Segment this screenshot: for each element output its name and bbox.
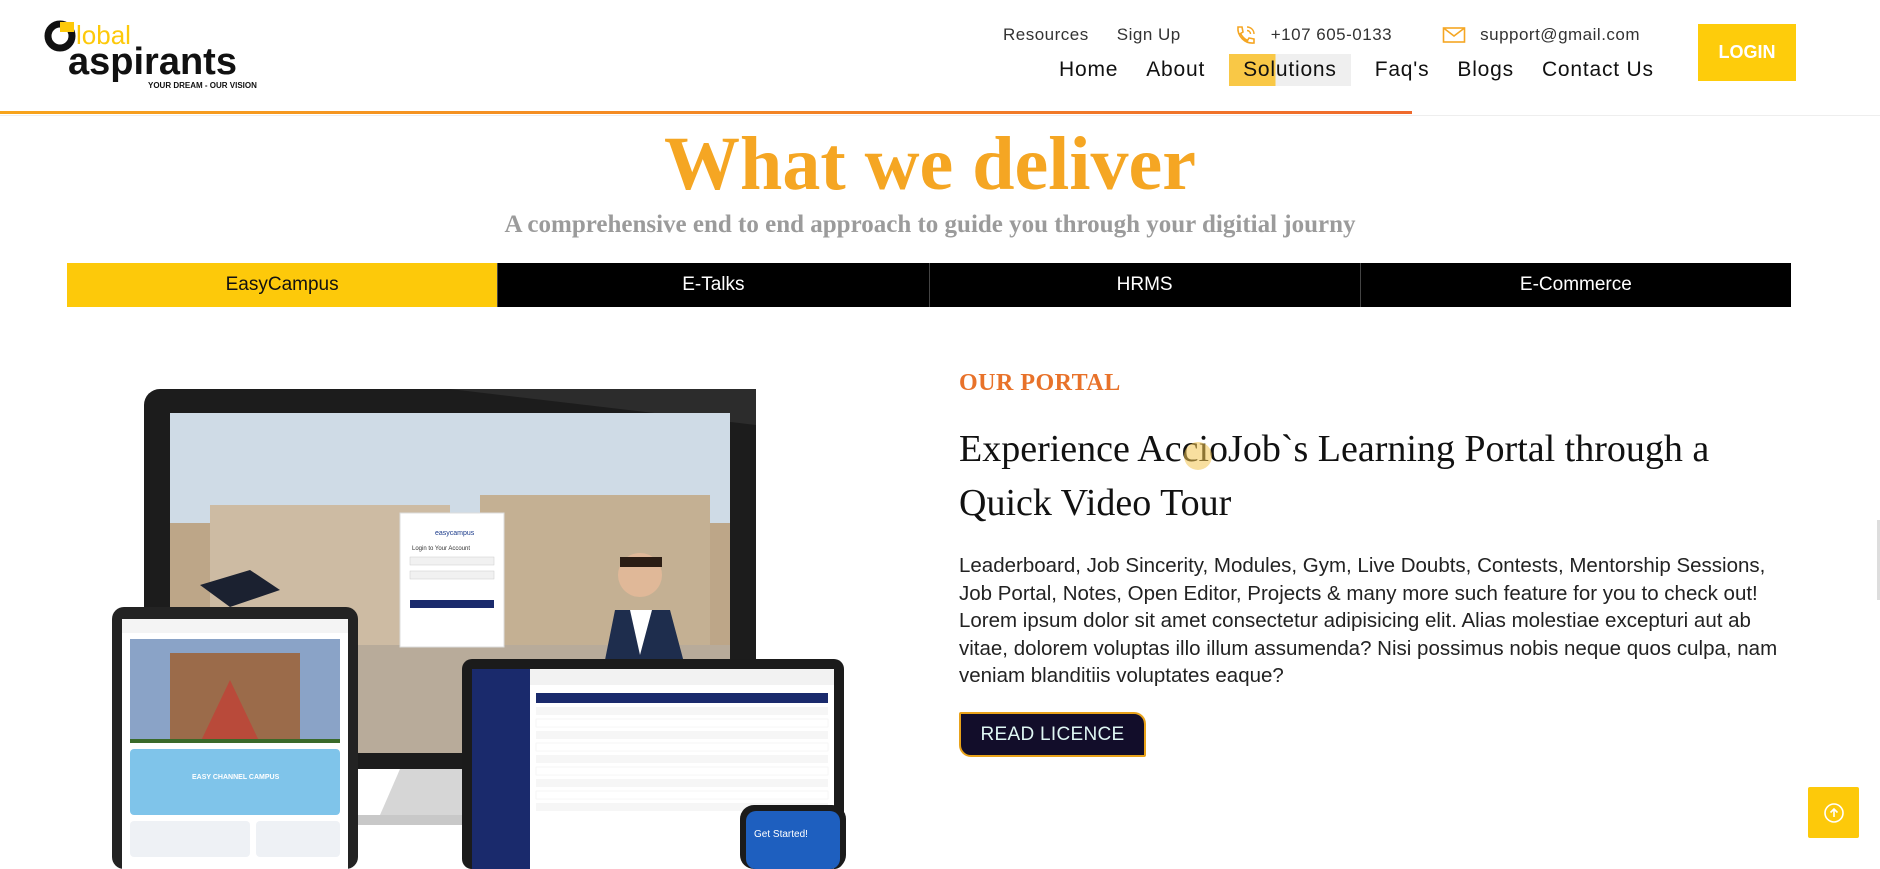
arrow-up-circle-icon bbox=[1823, 802, 1844, 823]
tab-hrms[interactable]: HRMS bbox=[930, 263, 1361, 307]
top-utility-bar: Resources Sign Up +107 605-0133 support@… bbox=[1003, 24, 1640, 46]
mail-icon bbox=[1442, 27, 1466, 43]
nav-about[interactable]: About bbox=[1142, 54, 1209, 86]
phone-number: +107 605-0133 bbox=[1270, 25, 1393, 44]
tab-easycampus[interactable]: EasyCampus bbox=[67, 263, 499, 307]
email-address: support@gmail.com bbox=[1480, 25, 1641, 44]
logo-word-main: aspirants bbox=[68, 41, 237, 83]
scroll-progress-line bbox=[0, 111, 1412, 114]
main-navigation: Home About Solutions Faq's Blogs Contact… bbox=[1045, 52, 1668, 88]
tab-e-talks[interactable]: E-Talks bbox=[498, 263, 930, 307]
signup-link[interactable]: Sign Up bbox=[1117, 25, 1181, 45]
phone-get-started-text: Get Started! bbox=[754, 829, 808, 840]
portal-eyebrow: OUR PORTAL bbox=[959, 370, 1121, 396]
nav-contact-us[interactable]: Contact Us bbox=[1538, 54, 1658, 86]
devices-mockup-image: easycampus Login to Your Account EASY CH… bbox=[112, 389, 846, 869]
section-subtitle: A comprehensive end to end approach to g… bbox=[504, 211, 1356, 238]
login-card-brand: easycampus bbox=[435, 530, 475, 537]
site-header: lobal aspirants YOUR DREAM - OUR VISION … bbox=[0, 0, 1880, 116]
logo-tagline: YOUR DREAM - OUR VISION bbox=[148, 81, 257, 90]
back-to-top-button[interactable] bbox=[1808, 787, 1859, 838]
login-button[interactable]: LOGIN bbox=[1698, 24, 1796, 81]
tablet-device: EASY CHANNEL CAMPUS bbox=[112, 607, 358, 869]
portal-description: Leaderboard, Job Sincerity, Modules, Gym… bbox=[959, 554, 1778, 687]
tab-e-commerce[interactable]: E-Commerce bbox=[1361, 263, 1791, 307]
nav-home[interactable]: Home bbox=[1055, 54, 1122, 86]
mouse-cursor-highlight bbox=[1184, 442, 1212, 470]
solution-tabs: EasyCampus E-Talks HRMS E-Commerce bbox=[67, 263, 1791, 307]
read-licence-button[interactable]: READ LICENCE bbox=[959, 712, 1146, 757]
nav-faqs[interactable]: Faq's bbox=[1371, 54, 1434, 86]
login-card-title: Login to Your Account bbox=[412, 546, 470, 552]
phone-device: Get Started! bbox=[740, 805, 846, 869]
email-contact[interactable]: support@gmail.com bbox=[1442, 25, 1640, 45]
portal-headline: Experience AccioJob`s Learning Portal th… bbox=[959, 428, 1710, 524]
campus-banner-text: EASY CHANNEL CAMPUS bbox=[192, 774, 280, 781]
phone-contact[interactable]: +107 605-0133 bbox=[1233, 24, 1392, 46]
section-title: What we deliver bbox=[664, 122, 1196, 206]
resources-link[interactable]: Resources bbox=[1003, 25, 1089, 45]
phone-icon bbox=[1236, 26, 1255, 44]
global-aspirants-logo[interactable]: lobal aspirants YOUR DREAM - OUR VISION bbox=[42, 14, 272, 92]
nav-solutions[interactable]: Solutions bbox=[1229, 54, 1351, 86]
nav-blogs[interactable]: Blogs bbox=[1453, 54, 1518, 86]
